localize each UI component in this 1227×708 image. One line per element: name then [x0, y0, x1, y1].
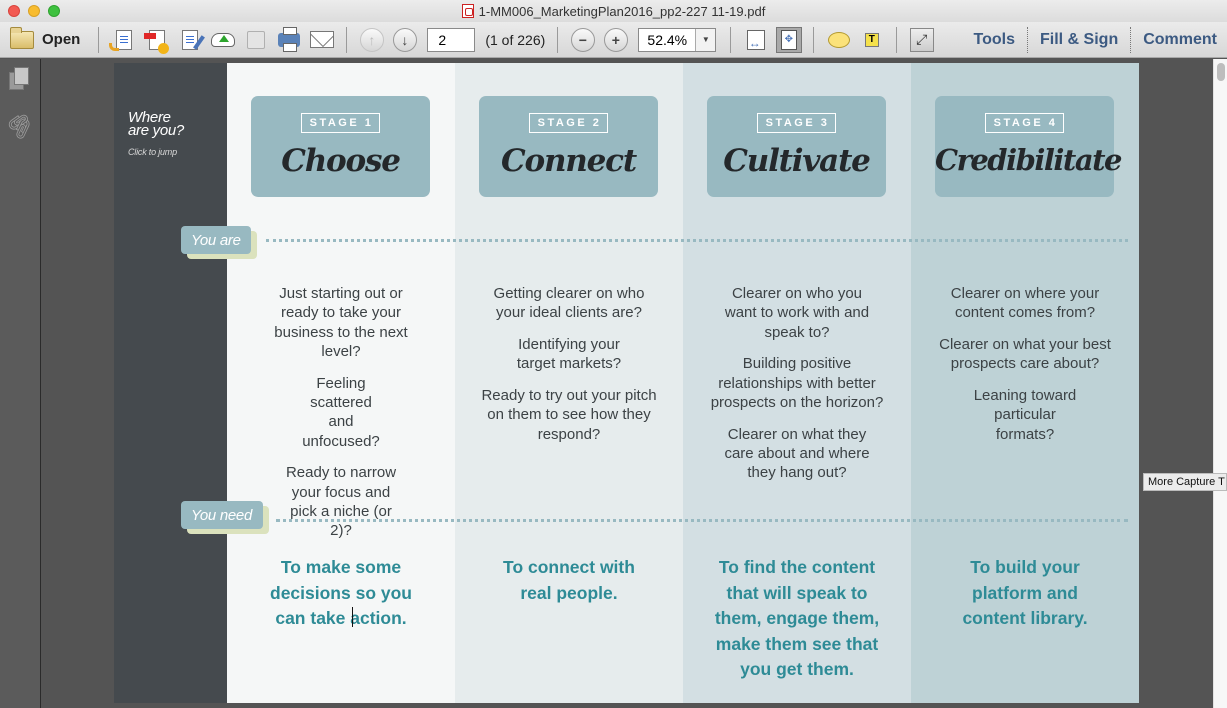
toolbar-divider	[346, 26, 348, 53]
stage-tag: STAGE 4	[984, 113, 1065, 133]
text-cursor	[352, 607, 353, 627]
stage-card[interactable]: STAGE 1 Choose	[251, 96, 430, 197]
fit-page-icon: ✥	[775, 26, 802, 53]
stage-name: Connect	[501, 143, 637, 179]
upload-cloud-icon	[210, 32, 235, 47]
stage-column: STAGE 4 Credibilitate Clearer on where y…	[911, 63, 1139, 703]
upload-cloud-button[interactable]	[206, 26, 239, 54]
stage-name: Cultivate	[723, 143, 871, 179]
email-icon	[309, 31, 334, 48]
folder-icon	[10, 26, 34, 49]
fit-width-icon	[746, 29, 765, 50]
create-pdf-icon	[108, 29, 132, 51]
close-window-button[interactable]	[8, 5, 20, 17]
toolbar-divider	[557, 26, 559, 53]
arrow-down-icon: ↓	[392, 27, 417, 52]
you-need-text: To connect with real people.	[503, 557, 635, 603]
stage-name: Choose	[281, 143, 401, 179]
plus-icon: +	[603, 27, 628, 52]
comment-bubble-icon	[827, 31, 850, 48]
toolbar-divider	[813, 26, 815, 53]
you-need-label: You need	[181, 501, 269, 534]
document-viewport[interactable]: Where are you? Click to jump STAGE 1 Cho…	[42, 59, 1214, 708]
zoom-out-button[interactable]: −	[566, 26, 599, 54]
export-pdf-button[interactable]	[140, 26, 173, 54]
open-label: Open	[42, 31, 81, 48]
attachments-icon[interactable]: 🖇	[2, 107, 39, 144]
stage-card[interactable]: STAGE 4 Credibilitate	[935, 96, 1122, 197]
comment-link[interactable]: Comment	[1131, 31, 1227, 49]
scrollbar-thumb[interactable]	[1217, 63, 1225, 81]
page-number-input[interactable]: 2	[427, 27, 476, 52]
tools-link[interactable]: Tools	[962, 31, 1027, 49]
highlight-text-button[interactable]: T	[855, 26, 888, 54]
tooltip: More Capture T	[1143, 473, 1227, 491]
chevron-down-icon[interactable]: ▼	[695, 28, 716, 51]
toolbar: Open ↑ ↓ 2 (1 of 226) − + 52.4% ▼ ✥ T ⤢ …	[0, 22, 1227, 58]
window-title: 1-MM006_MarketingPlan2016_pp2-227 11-19.…	[478, 3, 766, 19]
dotted-divider	[276, 519, 1128, 522]
arrow-up-icon: ↑	[359, 27, 384, 52]
toolbar-divider	[98, 26, 100, 53]
you-are-text: Clearer on where your content comes from…	[939, 285, 1111, 443]
zoom-level-select[interactable]: 52.4% ▼	[638, 27, 717, 52]
pdf-page: Where are you? Click to jump STAGE 1 Cho…	[114, 63, 1139, 703]
stage-column: STAGE 2 Connect Getting clearer on who y…	[455, 63, 683, 703]
create-pdf-button[interactable]	[107, 26, 140, 54]
page-sidebar: Where are you? Click to jump	[114, 63, 227, 703]
fit-page-button[interactable]: ✥	[772, 26, 805, 54]
minus-icon: −	[570, 27, 595, 52]
you-need-text: To build your platform and content libra…	[962, 557, 1088, 628]
print-button[interactable]	[272, 26, 305, 54]
previous-page-button[interactable]: ↑	[355, 26, 388, 54]
you-are-label: You are	[181, 226, 257, 259]
you-need-text: To make some decisions so you can take a…	[270, 557, 412, 628]
fit-width-button[interactable]	[739, 26, 772, 54]
edit-pdf-button[interactable]	[173, 26, 206, 54]
toolbar-divider	[730, 26, 732, 53]
zoom-level-value[interactable]: 52.4%	[639, 29, 695, 51]
stage-card[interactable]: STAGE 2 Connect	[479, 96, 658, 197]
sticky-note-button[interactable]	[822, 26, 855, 54]
stage-column: STAGE 3 Cultivate Clearer on who you wan…	[683, 63, 911, 703]
stage-tag: STAGE 2	[528, 113, 609, 133]
stage-tag: STAGE 1	[300, 113, 381, 133]
print-icon	[277, 26, 300, 52]
save-icon	[246, 30, 265, 49]
stage-name: Credibilitate	[935, 143, 1122, 177]
stage-column: STAGE 1 Choose Just starting out or read…	[227, 63, 455, 703]
page-thumbnails-icon[interactable]	[9, 67, 31, 90]
you-are-text: Getting clearer on who your ideal client…	[481, 285, 657, 443]
pdf-file-icon	[461, 4, 474, 18]
save-button[interactable]	[239, 26, 272, 54]
click-to-jump-link[interactable]: Click to jump	[128, 147, 177, 157]
navigation-pane: 🖇	[0, 59, 41, 708]
you-are-text: Clearer on who you want to work with and…	[710, 285, 884, 482]
you-need-text: To find the content that will speak to t…	[714, 557, 880, 679]
export-pdf-icon	[143, 29, 169, 54]
zoom-in-button[interactable]: +	[599, 26, 632, 54]
toolbar-divider	[896, 26, 898, 53]
page-count: (1 of 226)	[485, 31, 546, 48]
email-button[interactable]	[305, 26, 338, 54]
minimize-window-button[interactable]	[28, 5, 40, 17]
expand-icon: ⤢	[909, 27, 934, 52]
text-edit-icon: T	[864, 32, 879, 47]
next-page-button[interactable]: ↓	[388, 26, 421, 54]
where-are-you-heading: Where are you?	[128, 109, 184, 139]
stage-tag: STAGE 3	[756, 113, 837, 133]
fullscreen-button[interactable]: ⤢	[905, 26, 938, 54]
title-bar: 1-MM006_MarketingPlan2016_pp2-227 11-19.…	[0, 0, 1227, 22]
edit-pdf-icon	[181, 29, 205, 50]
maximize-window-button[interactable]	[48, 5, 60, 17]
stage-card[interactable]: STAGE 3 Cultivate	[707, 96, 886, 197]
dotted-divider	[266, 239, 1128, 242]
fill-sign-link[interactable]: Fill & Sign	[1028, 31, 1130, 49]
open-button[interactable]: Open	[10, 26, 90, 54]
vertical-scrollbar[interactable]	[1213, 59, 1227, 708]
